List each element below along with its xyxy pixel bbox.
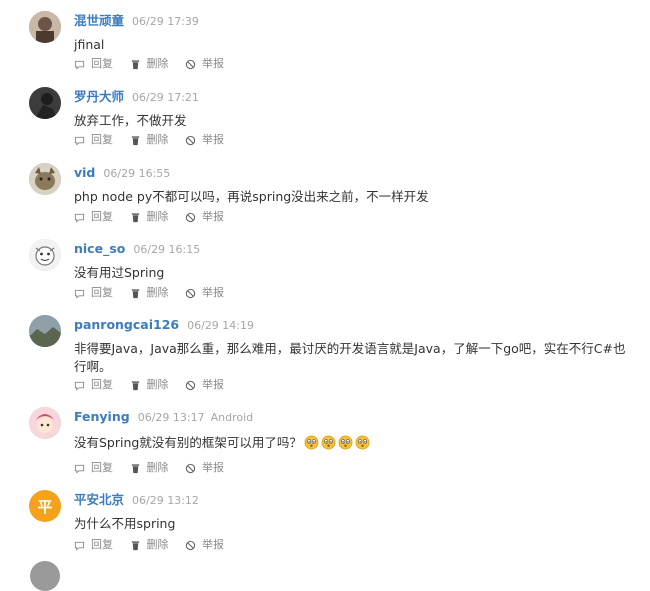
ban-icon (185, 463, 196, 473)
delete-label: 删除 (146, 210, 169, 223)
username[interactable]: panrongcai126 (74, 317, 179, 332)
username[interactable]: 平安北京 (74, 492, 124, 507)
comment-icon (74, 541, 85, 551)
report-button[interactable]: 举报 (185, 378, 224, 392)
report-label: 举报 (202, 133, 224, 146)
comment-text: 没有Spring就没有别的框架可以用了吗？ (74, 434, 634, 452)
delete-button[interactable]: 删除 (130, 461, 169, 475)
delete-button[interactable]: 删除 (130, 210, 169, 224)
reply-label: 回复 (91, 286, 113, 299)
reply-button[interactable]: 回复 (74, 133, 113, 147)
reply-label: 回复 (91, 461, 113, 474)
report-button[interactable]: 举报 (185, 538, 224, 552)
comment-text: php node py不都可以吗，再说spring没出来之前，不一样开发 (74, 189, 429, 204)
ban-icon (185, 288, 196, 298)
trash-icon (131, 463, 139, 473)
reply-label: 回复 (91, 57, 113, 70)
avatar[interactable] (29, 315, 61, 347)
ban-icon (185, 59, 196, 69)
username[interactable]: nice_so (74, 241, 125, 256)
reply-label: 回复 (91, 133, 113, 146)
reply-button[interactable]: 回复 (74, 378, 113, 392)
report-button[interactable]: 举报 (185, 286, 224, 300)
report-button[interactable]: 举报 (185, 133, 224, 147)
username[interactable]: 罗丹大师 (74, 89, 124, 104)
trash-icon (131, 135, 139, 145)
delete-button[interactable]: 删除 (130, 57, 169, 71)
comment-text: 非得要Java，Java那么重，那么难用，最讨厌的开发语言就是Java，了解一下… (74, 341, 626, 374)
comment-icon (74, 464, 85, 474)
comment-time: 06/29 13:12 (132, 494, 199, 507)
avatar[interactable] (30, 561, 60, 591)
avatar[interactable] (29, 407, 61, 439)
report-button[interactable]: 举报 (185, 461, 224, 475)
delete-label: 删除 (146, 378, 169, 391)
delete-label: 删除 (146, 461, 169, 474)
reply-label: 回复 (91, 538, 113, 551)
comment-icon (74, 289, 85, 299)
reply-label: 回复 (91, 210, 113, 223)
avatar[interactable]: 平 (29, 490, 61, 522)
avatar[interactable] (29, 163, 61, 195)
report-button[interactable]: 举报 (185, 210, 224, 224)
device-label: Android (210, 411, 254, 424)
comment-icon (74, 213, 85, 223)
comment-text: 没有用过Spring (74, 265, 165, 280)
reply-button[interactable]: 回复 (74, 538, 113, 552)
delete-label: 删除 (146, 286, 169, 299)
trash-icon (131, 380, 139, 390)
delete-label: 删除 (146, 538, 169, 551)
username[interactable]: vid (74, 165, 95, 180)
avatar[interactable] (29, 11, 61, 43)
report-label: 举报 (202, 538, 224, 551)
delete-button[interactable]: 删除 (130, 378, 169, 392)
comment-text: jfinal (74, 37, 105, 52)
reply-button[interactable]: 回复 (74, 286, 113, 300)
reply-button[interactable]: 回复 (74, 461, 113, 475)
trash-icon (131, 59, 139, 69)
comment-time: 06/29 16:55 (103, 167, 171, 180)
comment-icon (74, 381, 85, 391)
comment-text: 放弃工作，不做开发 (74, 113, 187, 128)
ban-icon (185, 380, 196, 390)
trash-icon (131, 212, 139, 222)
report-label: 举报 (202, 210, 224, 223)
delete-button[interactable]: 删除 (130, 538, 169, 552)
surprised-emoji-icon (355, 435, 370, 450)
comment-time: 06/29 16:15 (133, 243, 201, 256)
comment-icon (74, 60, 85, 70)
delete-label: 删除 (146, 57, 169, 70)
avatar[interactable] (29, 239, 61, 271)
ban-icon (185, 135, 196, 145)
report-label: 举报 (202, 286, 224, 299)
avatar[interactable] (29, 87, 61, 119)
report-label: 举报 (202, 461, 224, 474)
comment-time: 06/29 14:19 (187, 319, 255, 332)
report-label: 举报 (202, 57, 224, 70)
reply-label: 回复 (91, 378, 113, 391)
username[interactable]: Fenying (74, 409, 130, 424)
reply-button[interactable]: 回复 (74, 57, 113, 71)
report-button[interactable]: 举报 (185, 57, 224, 71)
comment-time: 06/29 17:21 (132, 91, 199, 104)
surprised-emoji-icon (304, 435, 319, 450)
delete-button[interactable]: 删除 (130, 133, 169, 147)
surprised-emoji-icon (321, 435, 336, 450)
comment-text: 为什么不用spring (74, 516, 176, 531)
trash-icon (131, 288, 139, 298)
trash-icon (131, 540, 139, 550)
username[interactable]: 混世顽童 (74, 13, 124, 28)
comment-time: 06/29 13:17 (137, 411, 205, 424)
ban-icon (185, 540, 196, 550)
comment-icon (74, 136, 85, 146)
report-label: 举报 (202, 378, 224, 391)
comment-text-content: 没有Spring就没有别的框架可以用了吗？ (74, 435, 302, 450)
ban-icon (185, 212, 196, 222)
delete-label: 删除 (146, 133, 169, 146)
comment-time: 06/29 17:39 (132, 15, 199, 28)
avatar-initial: 平 (37, 497, 53, 516)
surprised-emoji-icon (338, 435, 353, 450)
reply-button[interactable]: 回复 (74, 210, 113, 224)
delete-button[interactable]: 删除 (130, 286, 169, 300)
